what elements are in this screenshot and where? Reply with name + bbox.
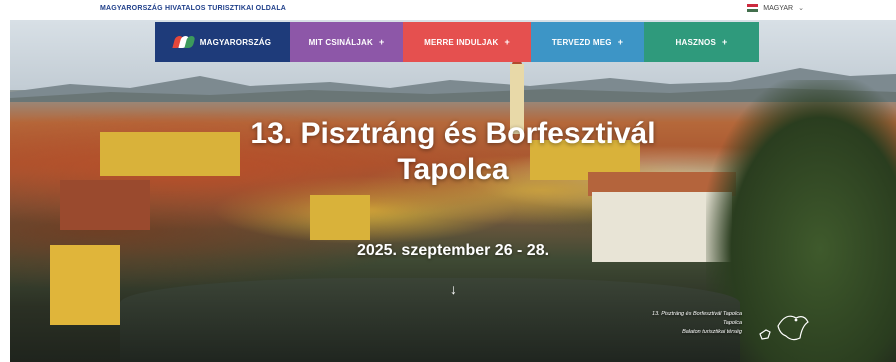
- hero-title-line1: 13. Pisztráng és Borfesztivál: [250, 117, 656, 150]
- nav-item-label: MERRE INDULJAK: [424, 37, 499, 47]
- hero-title-line2: Tapolca: [397, 153, 509, 186]
- plus-icon: +: [722, 37, 728, 47]
- official-site-label[interactable]: MAGYARORSZÁG HIVATALOS TURISZTIKAI OLDAL…: [100, 5, 286, 12]
- nav-item-label: HASZNOS: [675, 37, 717, 47]
- nav-item-mit-csinaljak[interactable]: MIT CSINÁLJAK +: [290, 22, 403, 62]
- chevron-down-icon: ⌄: [798, 5, 804, 12]
- main-navigation: MAGYARORSZÁG MIT CSINÁLJAK + MERRE INDULJ…: [155, 22, 759, 62]
- nav-item-label: TERVEZD MEG: [551, 37, 612, 47]
- nav-item-label: MIT CSINÁLJAK: [308, 37, 373, 47]
- nav-item-hasznos[interactable]: HASZNOS +: [644, 22, 759, 62]
- language-label: MAGYAR: [763, 4, 794, 12]
- top-bar: MAGYARORSZÁG HIVATALOS TURISZTIKAI OLDAL…: [0, 0, 896, 20]
- brand-label: MAGYARORSZÁG: [199, 37, 272, 47]
- caption-line1: 13. Pisztráng és Borfesztivál Tapolca: [652, 311, 742, 317]
- caption-line3: Balaton turisztikai térség: [682, 329, 742, 335]
- event-date: 2025. szeptember 26 - 28.: [356, 242, 550, 259]
- plus-icon: +: [617, 37, 624, 47]
- magyarorszag-logo-icon: [172, 36, 196, 48]
- building: [310, 195, 370, 240]
- arrow-down-icon[interactable]: ↓: [450, 281, 457, 297]
- photo-caption: 13. Pisztráng és Borfesztivál Tapolca Ta…: [652, 310, 742, 337]
- plus-icon: +: [378, 37, 385, 47]
- region-map-icon: [759, 315, 809, 341]
- hungarian-flag-icon: [747, 4, 759, 13]
- nav-item-tervezd-meg[interactable]: TERVEZD MEG +: [531, 22, 644, 62]
- language-selector[interactable]: MAGYAR ⌄: [747, 4, 804, 13]
- nav-item-merre-induljak[interactable]: MERRE INDULJAK +: [403, 22, 531, 62]
- caption-line2: Tapolca: [722, 320, 742, 326]
- hero-title: 13. Pisztráng és Borfesztivál Tapolca: [10, 116, 896, 188]
- brand-logo-link[interactable]: MAGYARORSZÁG: [155, 22, 290, 62]
- pond: [120, 278, 740, 362]
- plus-icon: +: [504, 37, 510, 47]
